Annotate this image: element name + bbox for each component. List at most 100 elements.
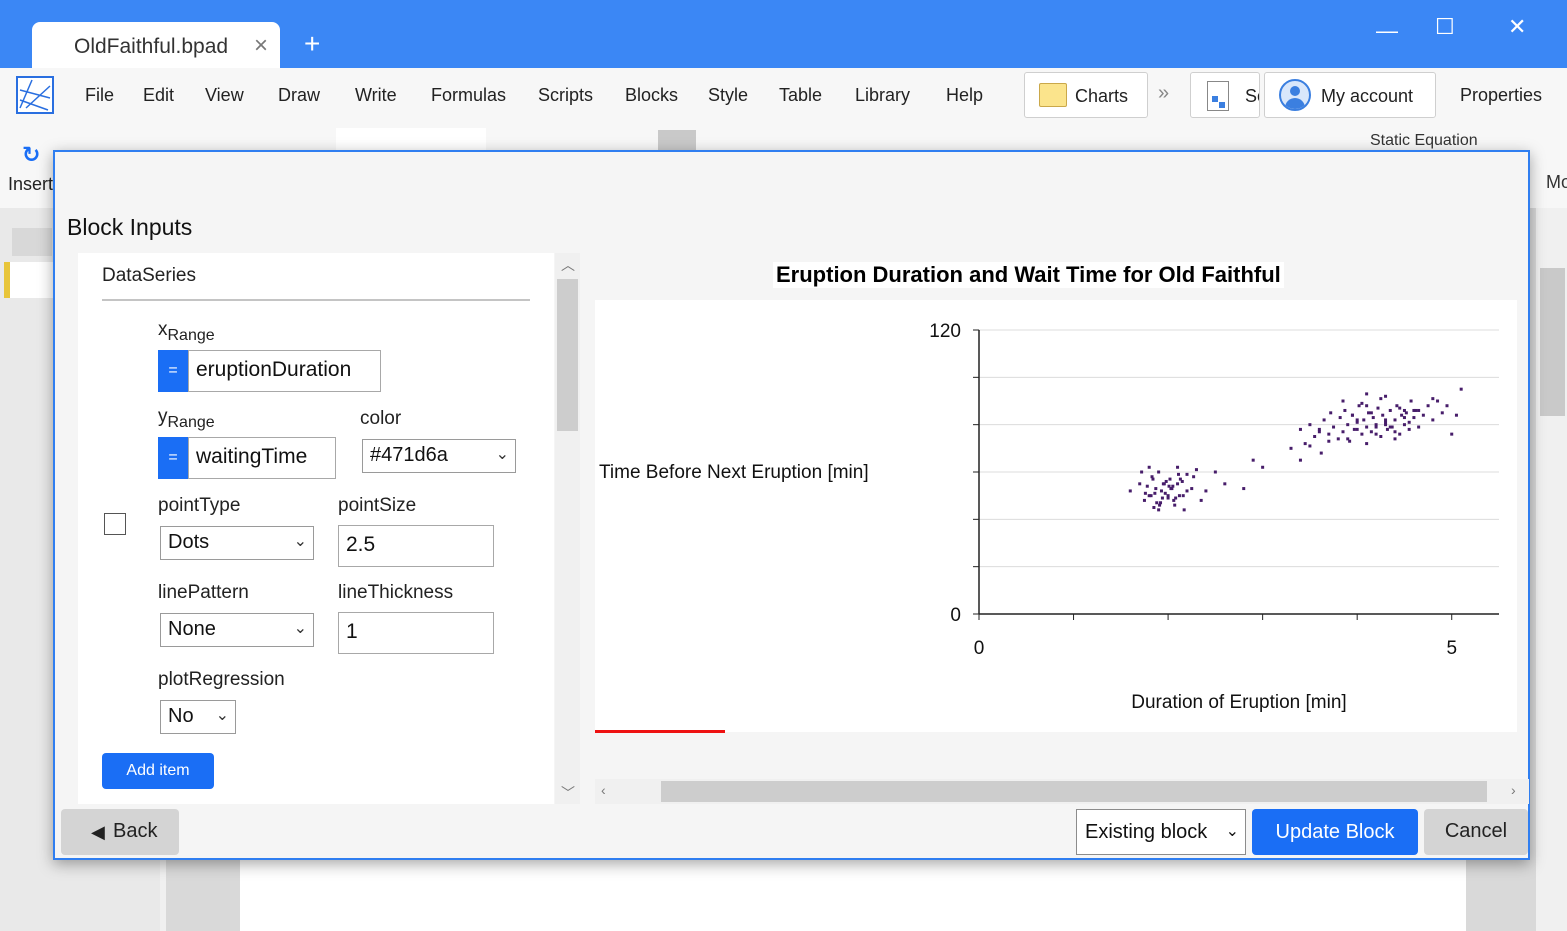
- data-point: [1242, 487, 1246, 491]
- data-point: [1298, 427, 1302, 431]
- y-tick-label-max: 120: [929, 321, 961, 342]
- chart-area: 120 0 0 5 Time Before Next Eruption [min] Dur…: [595, 300, 1517, 732]
- more-button[interactable]: Mo: [1546, 172, 1567, 193]
- window-close-icon[interactable]: ✕: [1508, 14, 1526, 40]
- y-formula-button[interactable]: =: [158, 437, 188, 479]
- section-label: DataSeries: [102, 265, 196, 286]
- menu-help[interactable]: Help: [946, 85, 983, 106]
- insert-icon[interactable]: ↻: [22, 142, 40, 168]
- back-button[interactable]: ◀ Back: [61, 809, 179, 855]
- data-point: [1176, 465, 1180, 469]
- menu-view[interactable]: View: [205, 85, 244, 106]
- close-tab-icon[interactable]: ×: [254, 32, 268, 60]
- menu-draw[interactable]: Draw: [278, 85, 320, 106]
- data-point: [1178, 477, 1182, 481]
- data-point: [1204, 489, 1208, 493]
- align-left-icon[interactable]: [658, 130, 696, 150]
- page-icon[interactable]: [4, 262, 54, 298]
- chevron-right-icon[interactable]: »: [1158, 82, 1169, 105]
- data-point: [1154, 487, 1158, 491]
- data-point: [1142, 498, 1146, 502]
- table-icon[interactable]: [12, 228, 52, 256]
- static-equation-button[interactable]: Static Equation: [1370, 132, 1478, 150]
- scroll-left-icon[interactable]: ‹: [601, 782, 606, 798]
- data-point: [1407, 420, 1411, 424]
- sheet-button[interactable]: Sc: [1190, 72, 1260, 118]
- data-point: [1158, 503, 1162, 507]
- data-point: [1426, 404, 1430, 408]
- menu-scripts[interactable]: Scripts: [538, 85, 593, 106]
- point-size-input[interactable]: 2.5: [338, 525, 494, 567]
- menu-table[interactable]: Table: [779, 85, 822, 106]
- data-point: [1398, 432, 1402, 436]
- menu-file[interactable]: File: [85, 85, 114, 106]
- scroll-right-icon[interactable]: ›: [1511, 782, 1516, 798]
- new-tab-icon[interactable]: +: [304, 28, 320, 60]
- add-item-button[interactable]: Add item: [102, 753, 214, 789]
- data-point: [1145, 484, 1149, 488]
- chart-horizontal-scrollbar[interactable]: ‹ ›: [595, 779, 1529, 804]
- charts-button[interactable]: Charts: [1024, 72, 1148, 118]
- charts-label: Charts: [1075, 86, 1129, 106]
- insert-label[interactable]: Insert: [8, 174, 53, 195]
- data-point: [1417, 425, 1421, 429]
- my-account-button[interactable]: My account: [1264, 72, 1436, 118]
- data-point: [1365, 425, 1369, 429]
- form-scrollbar-thumb[interactable]: [557, 279, 578, 431]
- menu-write[interactable]: Write: [355, 85, 397, 106]
- data-point: [1376, 406, 1380, 410]
- cancel-button[interactable]: Cancel: [1424, 809, 1528, 855]
- data-point: [1168, 477, 1172, 481]
- data-point: [1350, 413, 1354, 417]
- data-point: [1365, 404, 1369, 408]
- menu-blocks[interactable]: Blocks: [625, 85, 678, 106]
- color-select[interactable]: #471d6a ⌄: [362, 439, 516, 473]
- data-point: [1360, 432, 1364, 436]
- line-thickness-input[interactable]: 1: [338, 612, 494, 654]
- point-type-select[interactable]: Dots ⌄: [160, 526, 314, 560]
- data-point: [1190, 487, 1194, 491]
- menu-edit[interactable]: Edit: [143, 85, 174, 106]
- data-point: [1379, 397, 1383, 401]
- section-divider: [102, 299, 530, 301]
- y-range-input[interactable]: waitingTime: [188, 437, 336, 479]
- form-scrollbar[interactable]: ︿ ﹀: [555, 253, 580, 804]
- minimize-icon[interactable]: —: [1376, 18, 1398, 44]
- data-point: [1313, 435, 1317, 438]
- document-tab[interactable]: OldFaithful.bpad ×: [32, 22, 280, 69]
- data-point: [1445, 404, 1449, 408]
- maximize-icon[interactable]: ☐: [1435, 14, 1455, 40]
- line-pattern-select[interactable]: None ⌄: [160, 613, 314, 647]
- menu-library[interactable]: Library: [855, 85, 910, 106]
- x-range-input[interactable]: eruptionDuration: [188, 350, 381, 392]
- font-select[interactable]: [336, 128, 486, 150]
- x-formula-button[interactable]: =: [158, 350, 188, 392]
- plot-regression-select[interactable]: No ⌄: [160, 700, 236, 734]
- data-point: [1355, 418, 1359, 422]
- menu-formulas[interactable]: Formulas: [431, 85, 506, 106]
- properties-button[interactable]: Properties: [1460, 85, 1542, 106]
- update-block-button[interactable]: Update Block: [1252, 809, 1418, 855]
- data-point: [1308, 423, 1312, 427]
- data-point: [1185, 472, 1189, 476]
- menu-style[interactable]: Style: [708, 85, 748, 106]
- y-tick-label-min: 0: [950, 605, 961, 626]
- app-logo-icon[interactable]: [16, 76, 54, 114]
- data-point: [1450, 432, 1454, 436]
- scroll-up-icon[interactable]: ︿: [561, 255, 575, 275]
- document-scrollbar-thumb[interactable]: [1540, 268, 1565, 416]
- data-point: [1412, 408, 1416, 412]
- data-point: [1384, 394, 1388, 398]
- line-pattern-label: linePattern: [158, 582, 249, 603]
- scroll-down-icon[interactable]: ﹀: [561, 783, 575, 803]
- target-block-select[interactable]: Existing block ⌄: [1076, 809, 1246, 855]
- chart-scrollbar-thumb[interactable]: [661, 781, 1487, 802]
- data-point: [1385, 427, 1389, 431]
- data-point: [1454, 413, 1458, 417]
- y-axis-label: Time Before Next Eruption [min]: [599, 462, 869, 483]
- document-page: [240, 860, 1466, 931]
- data-point: [1151, 477, 1155, 481]
- series-checkbox[interactable]: [104, 513, 126, 535]
- data-point: [1140, 470, 1144, 474]
- data-point: [1346, 437, 1350, 441]
